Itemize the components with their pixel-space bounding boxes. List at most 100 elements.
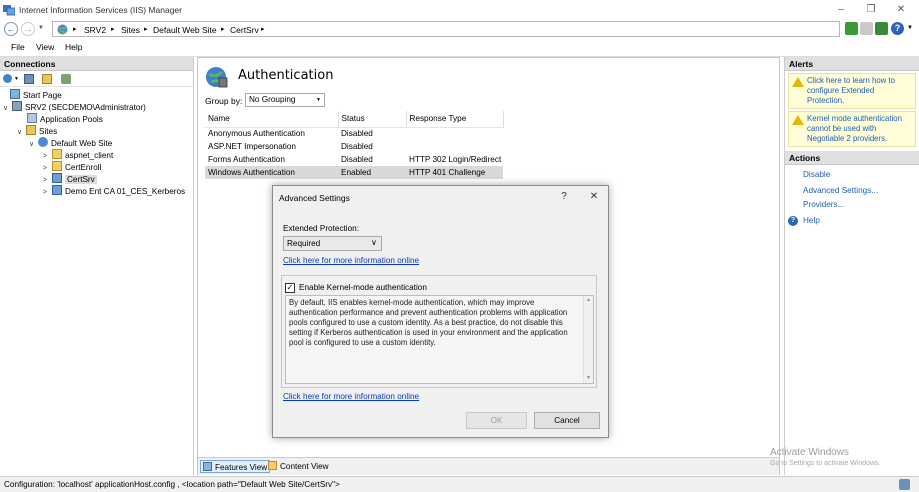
tab-content-view[interactable]: Content View bbox=[266, 460, 331, 473]
action-advanced-settings[interactable]: Advanced Settings... bbox=[785, 184, 919, 198]
crumb-sites[interactable]: Sites bbox=[121, 25, 140, 35]
tree-item-server[interactable]: ∨ SRV2 (SECDEMO\Administrator) bbox=[3, 101, 193, 113]
table-row-selected[interactable]: Windows Authentication Enabled HTTP 401 … bbox=[205, 166, 503, 179]
network-status-icon bbox=[899, 479, 910, 490]
description-scrollbar[interactable]: ▲ ▼ bbox=[583, 296, 593, 383]
cell-status: Disabled bbox=[341, 129, 373, 139]
alert-text: Kernel mode authentication cannot be use… bbox=[807, 114, 902, 143]
tree-label: SRV2 (SECDEMO\Administrator) bbox=[25, 103, 146, 112]
cancel-button[interactable]: Cancel bbox=[534, 412, 600, 429]
tab-label: Content View bbox=[280, 462, 329, 471]
save-icon[interactable] bbox=[24, 74, 34, 84]
tree-label: Application Pools bbox=[40, 115, 103, 124]
group-by-label: Group by: bbox=[205, 96, 243, 106]
address-bar: ← → ▼ ▸ SRV2 ▸ Sites ▸ Default Web Site … bbox=[0, 20, 919, 38]
disconnect-icon[interactable] bbox=[61, 74, 71, 84]
history-dropdown-icon[interactable]: ▼ bbox=[38, 25, 44, 31]
action-providers[interactable]: Providers... bbox=[785, 198, 919, 212]
connections-toolbar: ▼ bbox=[0, 71, 193, 87]
tree-item-certsrv[interactable]: > CertSrv bbox=[3, 173, 193, 185]
help-icon[interactable]: ? bbox=[891, 22, 904, 35]
crumb-separator: ▸ bbox=[111, 26, 115, 33]
refresh-icon[interactable] bbox=[875, 22, 888, 35]
column-name[interactable]: Name bbox=[205, 111, 339, 128]
scroll-down-icon[interactable]: ▼ bbox=[586, 375, 591, 381]
server-icon bbox=[12, 101, 22, 111]
table-row[interactable]: Forms Authentication Disabled HTTP 302 L… bbox=[205, 153, 503, 166]
action-disable[interactable]: Disable bbox=[785, 168, 919, 182]
help-dropdown-icon[interactable]: ▼ bbox=[907, 25, 913, 31]
tree-item-certenroll[interactable]: > CertEnroll bbox=[3, 161, 193, 173]
tree-item-demo-ent-ca[interactable]: > Demo Ent CA 01_CES_Kerberos bbox=[3, 185, 193, 197]
cell-name: Forms Authentication bbox=[208, 155, 285, 164]
cell-response: HTTP 302 Login/Redirect bbox=[409, 155, 502, 164]
column-status[interactable]: Status bbox=[338, 111, 407, 128]
kernel-mode-label[interactable]: Enable Kernel-mode authentication bbox=[299, 283, 427, 292]
activate-windows-subtext: Go to Settings to activate Windows. bbox=[770, 460, 881, 467]
table-row[interactable]: Anonymous Authentication Disabled bbox=[205, 127, 503, 140]
status-bar: Configuration: 'localhost' applicationHo… bbox=[0, 476, 919, 492]
tree-item-sites[interactable]: ∨ Sites bbox=[3, 125, 193, 137]
tab-features-view[interactable]: Features View bbox=[200, 460, 271, 473]
go-icon[interactable] bbox=[845, 22, 858, 35]
minimize-button[interactable]: – bbox=[826, 0, 856, 20]
content-view-icon bbox=[268, 461, 277, 470]
alert-text[interactable]: Click here to learn how to configure Ext… bbox=[807, 76, 895, 105]
action-help[interactable]: ? Help bbox=[785, 214, 919, 228]
connect-dropdown-icon[interactable]: ▼ bbox=[14, 76, 19, 82]
up-folder-icon[interactable] bbox=[42, 74, 52, 84]
cell-response: HTTP 401 Challenge bbox=[406, 166, 503, 179]
crumb-server[interactable]: SRV2 bbox=[84, 25, 106, 35]
title-bar: Internet Information Services (IIS) Mana… bbox=[0, 0, 919, 20]
menu-view[interactable]: View bbox=[36, 42, 54, 52]
close-window-button[interactable]: ✕ bbox=[886, 0, 916, 20]
stop-icon[interactable] bbox=[860, 22, 873, 35]
column-response-type[interactable]: Response Type bbox=[406, 111, 504, 128]
dialog-close-button[interactable]: ✕ bbox=[584, 188, 604, 206]
dialog-help-button[interactable]: ? bbox=[554, 188, 574, 206]
authentication-table: Name Status Response Type Anonymous Auth… bbox=[205, 111, 504, 179]
forward-arrow-icon[interactable]: → bbox=[21, 22, 35, 36]
scroll-up-icon[interactable]: ▲ bbox=[586, 297, 591, 303]
window-title: Internet Information Services (IIS) Mana… bbox=[19, 5, 182, 15]
restore-button[interactable]: ❐ bbox=[856, 0, 886, 20]
extended-protection-label: Extended Protection: bbox=[283, 224, 360, 233]
cell-response bbox=[406, 140, 503, 153]
menu-help[interactable]: Help bbox=[65, 42, 82, 52]
page-title: Authentication bbox=[238, 68, 334, 83]
crumb-separator: ▸ bbox=[261, 26, 265, 33]
crumb-separator: ▸ bbox=[221, 26, 225, 33]
advanced-settings-dialog: Advanced Settings ? ✕ Extended Protectio… bbox=[272, 185, 609, 438]
kernel-mode-checkbox[interactable]: ✓ bbox=[285, 283, 295, 293]
breadcrumb[interactable]: ▸ SRV2 ▸ Sites ▸ Default Web Site ▸ Cert… bbox=[52, 21, 840, 37]
actions-header: Actions bbox=[785, 151, 919, 165]
crumb-certsrv[interactable]: CertSrv bbox=[230, 25, 259, 35]
tree-item-application-pools[interactable]: Application Pools bbox=[3, 113, 193, 125]
warning-icon bbox=[792, 77, 804, 87]
crumb-default-web-site[interactable]: Default Web Site bbox=[153, 25, 217, 35]
collapse-icon[interactable]: ∨ bbox=[29, 139, 38, 151]
alert-extended-protection[interactable]: Click here to learn how to configure Ext… bbox=[788, 73, 916, 109]
more-info-link-2[interactable]: Click here for more information online bbox=[283, 392, 419, 401]
status-text: Configuration: 'localhost' applicationHo… bbox=[4, 480, 340, 489]
cell-name: Windows Authentication bbox=[205, 166, 338, 179]
tree-label: CertEnroll bbox=[65, 163, 102, 172]
collapse-icon[interactable]: ∨ bbox=[17, 127, 26, 139]
group-by-value: No Grouping bbox=[249, 95, 296, 104]
collapse-icon[interactable]: ∨ bbox=[3, 103, 12, 115]
ok-button[interactable]: OK bbox=[466, 412, 527, 429]
extended-protection-select[interactable]: Required ∨ bbox=[283, 236, 382, 251]
expand-icon[interactable]: > bbox=[43, 187, 52, 199]
tree-item-start-page[interactable]: Start Page bbox=[3, 89, 193, 101]
more-info-link-1[interactable]: Click here for more information online bbox=[283, 256, 419, 265]
group-by-select[interactable]: No Grouping ▼ bbox=[245, 93, 325, 107]
description-textbox[interactable]: By default, IIS enables kernel-mode auth… bbox=[285, 295, 594, 384]
tree-item-default-web-site[interactable]: ∨ Default Web Site bbox=[3, 137, 193, 149]
connections-pane: Connections ▼ Start Page ∨ SRV2 (SECDEMO\… bbox=[0, 57, 194, 475]
globe-icon bbox=[38, 137, 48, 147]
cell-response bbox=[406, 127, 503, 140]
menu-file[interactable]: File bbox=[11, 42, 25, 52]
table-row[interactable]: ASP.NET Impersonation Disabled bbox=[205, 140, 503, 153]
connect-icon[interactable] bbox=[3, 74, 12, 83]
back-arrow-icon[interactable]: ← bbox=[4, 22, 18, 36]
